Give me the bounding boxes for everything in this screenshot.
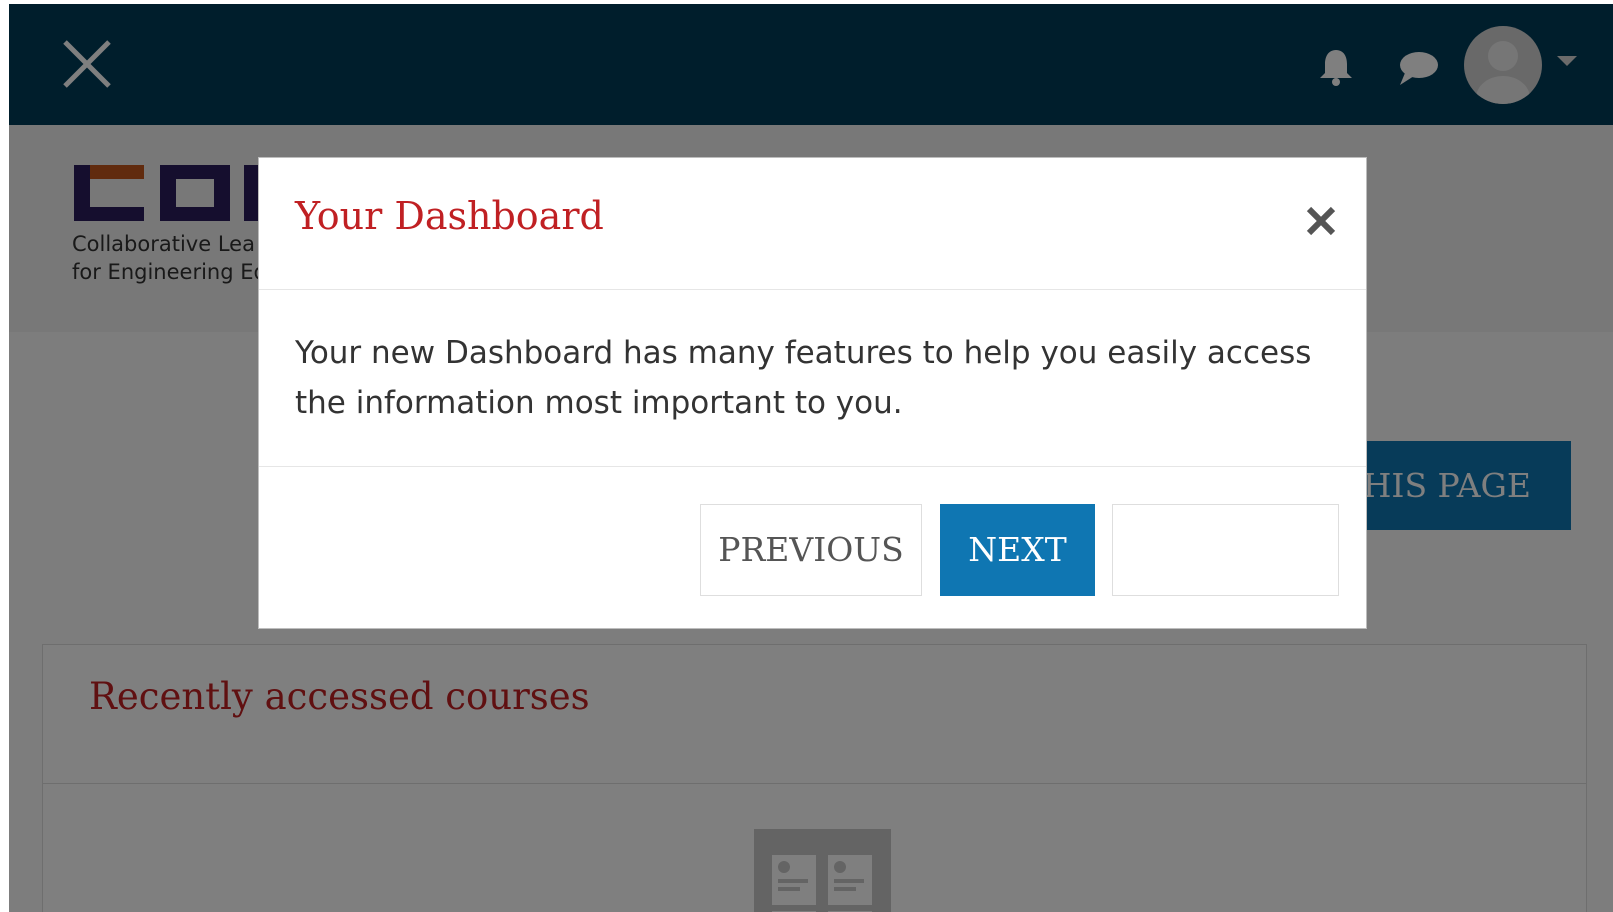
end-tour-button[interactable] — [1112, 504, 1339, 596]
app-window: Collaborative Lea for Engineering Ed HIS… — [9, 4, 1613, 912]
previous-button[interactable]: PREVIOUS — [700, 504, 922, 596]
divider — [259, 289, 1366, 290]
next-button[interactable]: NEXT — [940, 504, 1095, 596]
close-icon[interactable] — [1302, 202, 1340, 240]
dialog-body: Your new Dashboard has many features to … — [295, 335, 1312, 421]
tour-dialog: Your Dashboard Your new Dashboard has ma… — [258, 157, 1367, 629]
dialog-title: Your Dashboard — [295, 194, 604, 238]
divider — [259, 466, 1366, 467]
